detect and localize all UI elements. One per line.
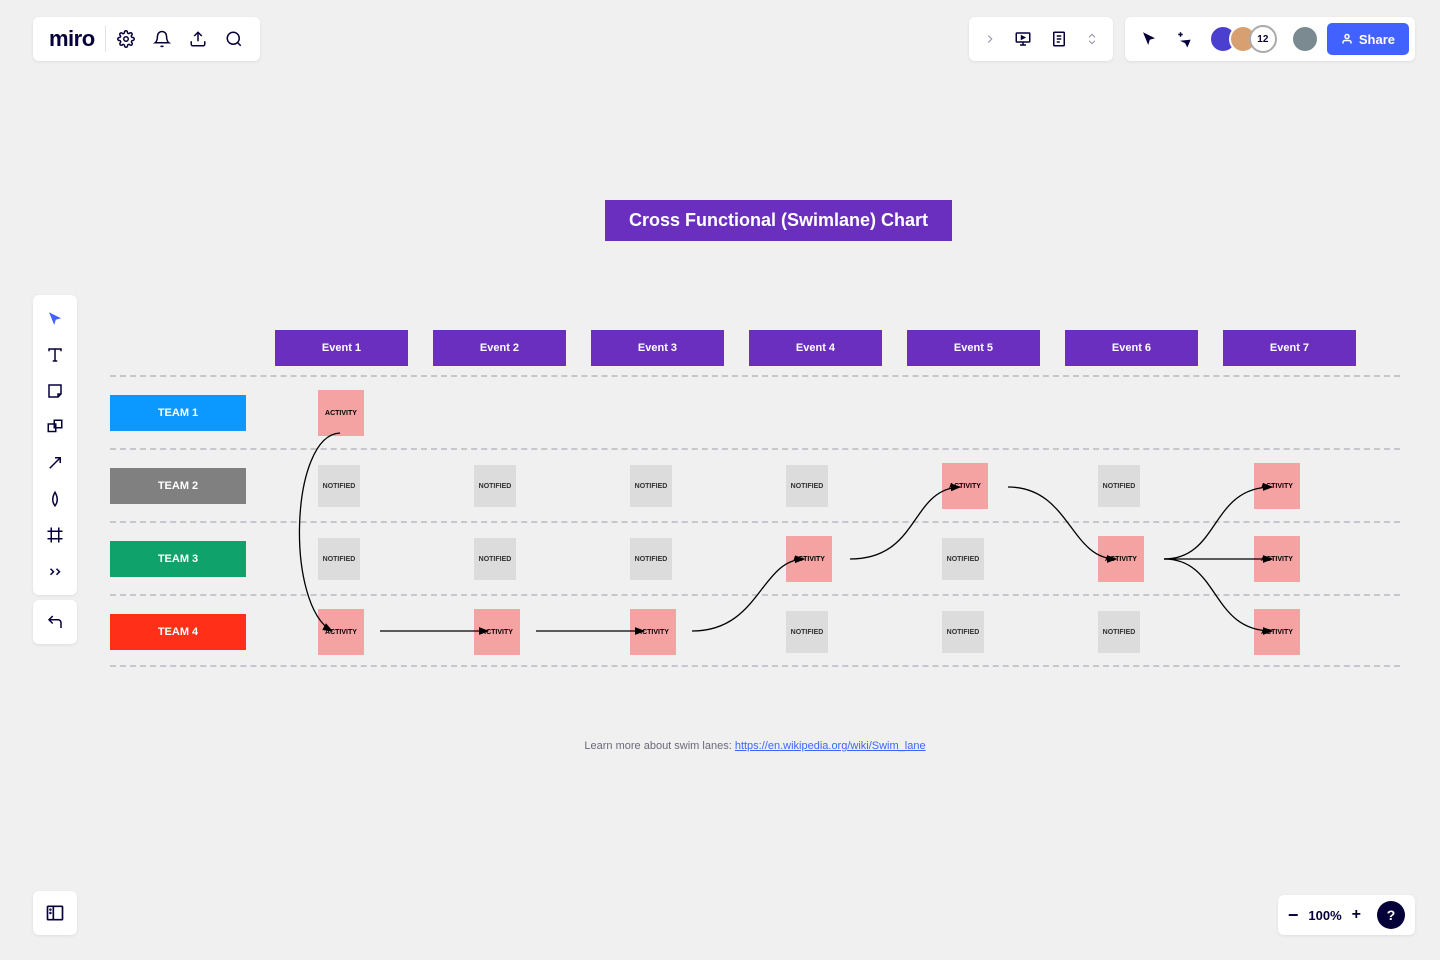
event-headers-row: Event 1 Event 2 Event 3 Event 4 Event 5 Event…: [275, 330, 1381, 366]
notified-cell[interactable]: NOTIFIED: [630, 538, 672, 580]
settings-icon[interactable]: [108, 21, 144, 57]
tool-panel: [33, 295, 77, 595]
activity-cell[interactable]: ACTIVITY: [318, 609, 364, 655]
avatar-stack[interactable]: 12: [1209, 25, 1277, 53]
chevron-right-icon[interactable]: [975, 24, 1005, 54]
event-header[interactable]: Event 7: [1223, 330, 1356, 366]
notified-cell[interactable]: NOTIFIED: [942, 611, 984, 653]
help-button[interactable]: ?: [1377, 901, 1405, 929]
board-title[interactable]: Cross Functional (Swimlane) Chart: [605, 200, 952, 241]
share-button[interactable]: Share: [1327, 23, 1409, 55]
select-tool-icon[interactable]: [37, 301, 73, 337]
undo-button[interactable]: [33, 600, 77, 644]
event-header[interactable]: Event 4: [749, 330, 882, 366]
activity-cell[interactable]: ACTIVITY: [1254, 463, 1300, 509]
user-avatar[interactable]: [1291, 25, 1319, 53]
team-label[interactable]: TEAM 2: [110, 468, 246, 504]
pen-tool-icon[interactable]: [37, 481, 73, 517]
swimlanes: TEAM 1 ACTIVITY TEAM 2 NOTIFIED NOTIFIED NOTI…: [110, 375, 1400, 667]
logo[interactable]: miro: [41, 26, 103, 52]
zoom-out-button[interactable]: −: [1288, 905, 1299, 926]
export-icon[interactable]: [180, 21, 216, 57]
activity-cell[interactable]: ACTIVITY: [630, 609, 676, 655]
avatar-count: 12: [1249, 25, 1277, 53]
panel-toggle-icon[interactable]: [33, 891, 77, 935]
notified-cell[interactable]: NOTIFIED: [630, 465, 672, 507]
notified-cell[interactable]: NOTIFIED: [1098, 465, 1140, 507]
arrow-tool-icon[interactable]: [37, 445, 73, 481]
event-header[interactable]: Event 1: [275, 330, 408, 366]
footer-text: Learn more about swim lanes: https://en.…: [110, 740, 1400, 752]
activity-cell[interactable]: ACTIVITY: [318, 390, 364, 436]
zoom-control: − 100% + ?: [1278, 895, 1415, 935]
expand-icon[interactable]: [1077, 24, 1107, 54]
activity-cell[interactable]: ACTIVITY: [1098, 536, 1144, 582]
event-header[interactable]: Event 2: [433, 330, 566, 366]
swimlane: TEAM 3 NOTIFIED NOTIFIED NOTIFIED ACTIVITY NO…: [110, 521, 1400, 594]
notified-cell[interactable]: NOTIFIED: [786, 465, 828, 507]
reactions-icon[interactable]: [1167, 21, 1203, 57]
notified-cell[interactable]: NOTIFIED: [942, 538, 984, 580]
notified-cell[interactable]: NOTIFIED: [786, 611, 828, 653]
activity-cell[interactable]: ACTIVITY: [786, 536, 832, 582]
team-label[interactable]: TEAM 1: [110, 395, 246, 431]
top-right-toolbar: 12 Share: [969, 17, 1415, 61]
notified-cell[interactable]: NOTIFIED: [318, 538, 360, 580]
text-tool-icon[interactable]: [37, 337, 73, 373]
frame-tool-icon[interactable]: [37, 517, 73, 553]
presentation-icon[interactable]: [1005, 21, 1041, 57]
zoom-in-button[interactable]: +: [1352, 906, 1361, 924]
notified-cell[interactable]: NOTIFIED: [1098, 611, 1140, 653]
activity-cell[interactable]: ACTIVITY: [1254, 609, 1300, 655]
zoom-level: 100%: [1308, 908, 1341, 923]
notified-cell[interactable]: NOTIFIED: [318, 465, 360, 507]
shape-tool-icon[interactable]: [37, 409, 73, 445]
event-header[interactable]: Event 6: [1065, 330, 1198, 366]
swimlane: TEAM 2 NOTIFIED NOTIFIED NOTIFIED NOTIFIED AC…: [110, 448, 1400, 521]
share-label: Share: [1359, 32, 1395, 47]
bell-icon[interactable]: [144, 21, 180, 57]
swimlane: TEAM 4 ACTIVITY ACTIVITY ACTIVITY NOTIFIED NO…: [110, 594, 1400, 667]
divider: [105, 26, 106, 52]
event-header[interactable]: Event 3: [591, 330, 724, 366]
sticky-note-tool-icon[interactable]: [37, 373, 73, 409]
team-label[interactable]: TEAM 3: [110, 541, 246, 577]
search-icon[interactable]: [216, 21, 252, 57]
collab-group: 12 Share: [1125, 17, 1415, 61]
notified-cell[interactable]: NOTIFIED: [474, 538, 516, 580]
event-header[interactable]: Event 5: [907, 330, 1040, 366]
presentation-group: [969, 17, 1113, 61]
top-left-toolbar: miro: [33, 17, 260, 61]
footer-link[interactable]: https://en.wikipedia.org/wiki/Swim_lane: [735, 740, 926, 752]
activity-cell[interactable]: ACTIVITY: [942, 463, 988, 509]
more-tools-icon[interactable]: [37, 553, 73, 589]
activity-cell[interactable]: ACTIVITY: [1254, 536, 1300, 582]
team-label[interactable]: TEAM 4: [110, 614, 246, 650]
activity-cell[interactable]: ACTIVITY: [474, 609, 520, 655]
swimlane: TEAM 1 ACTIVITY: [110, 375, 1400, 448]
cursor-icon[interactable]: [1131, 21, 1167, 57]
notes-icon[interactable]: [1041, 21, 1077, 57]
notified-cell[interactable]: NOTIFIED: [474, 465, 516, 507]
